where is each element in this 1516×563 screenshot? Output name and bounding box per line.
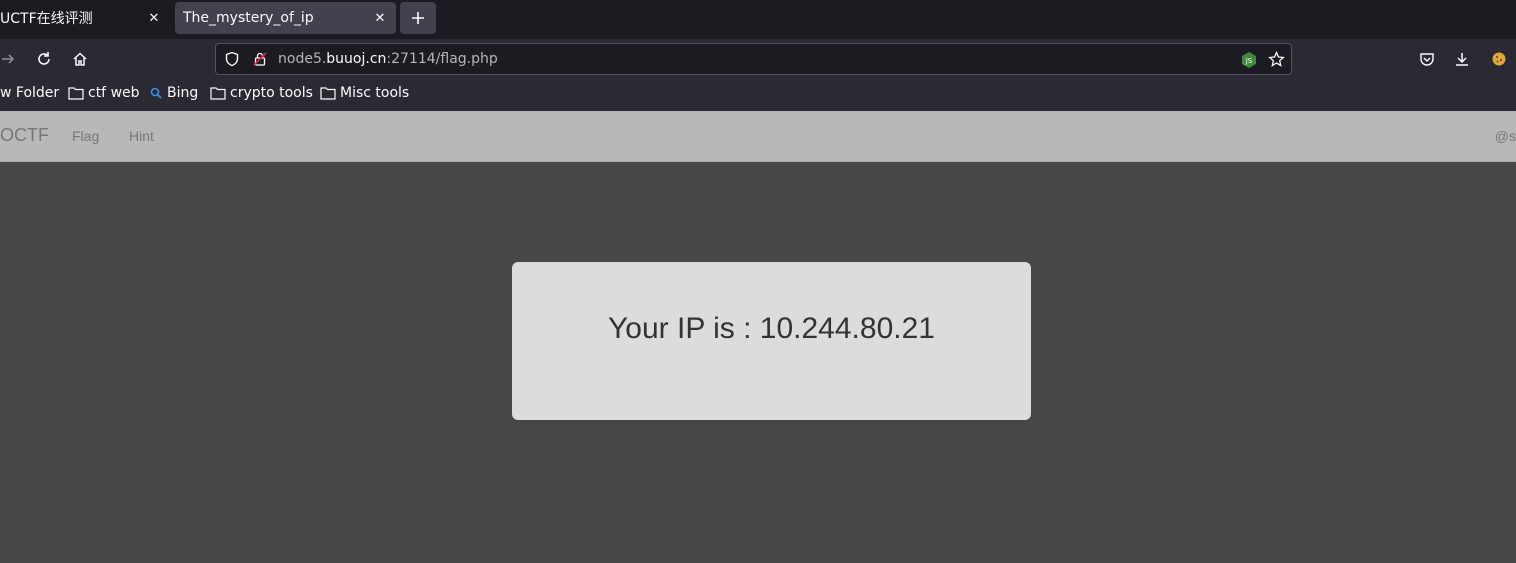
reload-button[interactable] xyxy=(30,45,58,73)
arrow-right-icon xyxy=(2,54,15,64)
plus-icon xyxy=(412,12,424,24)
downloads-button[interactable] xyxy=(1448,45,1476,73)
new-tab-button[interactable] xyxy=(400,2,436,34)
svg-text:JS: JS xyxy=(1245,57,1253,65)
folder-icon xyxy=(210,87,226,100)
search-icon xyxy=(150,87,162,99)
url-path: :27114/flag.php xyxy=(386,51,498,67)
bookmark-new-folder[interactable]: w Folder xyxy=(0,85,59,101)
home-button[interactable] xyxy=(66,45,94,73)
nav-link-hint[interactable]: Hint xyxy=(129,128,154,144)
bookmark-label: ctf web xyxy=(88,85,140,101)
pocket-button[interactable] xyxy=(1413,45,1441,73)
insecure-lock-icon[interactable] xyxy=(252,51,268,67)
nav-right-text[interactable]: @s xyxy=(1495,128,1516,144)
reload-icon xyxy=(38,52,50,65)
pocket-icon xyxy=(1420,53,1434,66)
tab-uctf[interactable]: UCTF在线评测 ✕ xyxy=(0,2,170,34)
shield-icon[interactable] xyxy=(224,51,240,67)
cookie-extension-button[interactable] xyxy=(1485,45,1513,73)
bookmark-crypto-tools[interactable]: crypto tools xyxy=(210,85,313,101)
bookmark-bing[interactable]: Bing xyxy=(149,85,198,101)
tab-strip: UCTF在线评测 ✕ The_mystery_of_ip ✕ xyxy=(0,0,1516,39)
close-icon[interactable]: ✕ xyxy=(370,11,390,26)
site-navbar: OCTF Flag Hint @s xyxy=(0,111,1516,162)
url-subdomain: node5. xyxy=(278,51,327,67)
forward-button[interactable] xyxy=(0,45,22,73)
cookie-icon xyxy=(1492,52,1506,66)
folder-icon xyxy=(68,87,84,100)
close-icon[interactable]: ✕ xyxy=(144,11,164,26)
tab-title: The_mystery_of_ip xyxy=(183,10,314,26)
url-bar[interactable]: node5.buuoj.cn:27114/flag.php JS xyxy=(215,43,1292,75)
ip-jumbotron: Your IP is : 10.244.80.21 xyxy=(512,262,1031,420)
nav-link-flag[interactable]: Flag xyxy=(72,128,99,144)
site-brand[interactable]: OCTF xyxy=(0,125,49,146)
url-text[interactable]: node5.buuoj.cn:27114/flag.php xyxy=(278,51,498,67)
bookmark-ctf-web[interactable]: ctf web xyxy=(68,85,140,101)
tab-title: UCTF在线评测 xyxy=(0,11,93,27)
bookmark-misc-tools[interactable]: Misc tools xyxy=(320,85,409,101)
ip-message: Your IP is : 10.244.80.21 xyxy=(608,312,935,345)
home-icon xyxy=(73,52,87,66)
bookmark-label: w Folder xyxy=(0,85,60,101)
bookmark-label: crypto tools xyxy=(230,85,313,101)
download-icon xyxy=(1456,53,1468,66)
folder-icon xyxy=(320,87,336,100)
nodejs-extension-icon[interactable]: JS xyxy=(1240,51,1258,69)
bookmarks-bar: w Folder ctf web Bing crypto tools Misc … xyxy=(0,79,1516,111)
nav-toolbar: node5.buuoj.cn:27114/flag.php JS xyxy=(0,39,1516,79)
tab-mystery-of-ip[interactable]: The_mystery_of_ip ✕ xyxy=(175,2,396,34)
bookmark-label: Bing xyxy=(167,85,199,101)
bookmark-label: Misc tools xyxy=(340,85,410,101)
url-host: buuoj.cn xyxy=(326,51,387,67)
star-icon[interactable] xyxy=(1268,51,1285,68)
